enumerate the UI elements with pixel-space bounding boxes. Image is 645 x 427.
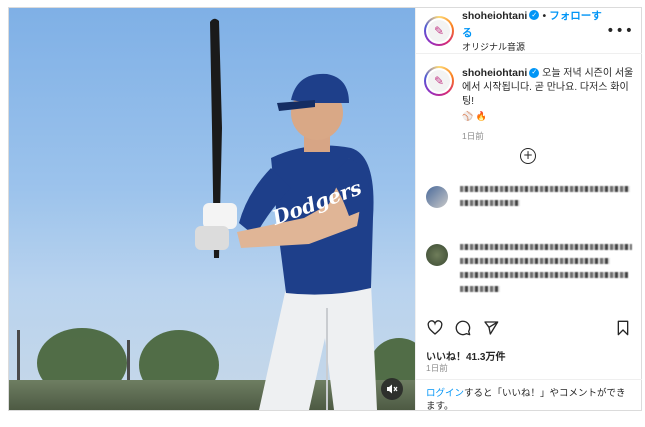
caption-time: 1日前 — [462, 131, 484, 141]
blurred-comment-text — [460, 186, 630, 214]
post-video[interactable]: Dodgers — [9, 8, 415, 410]
bookmark-icon[interactable] — [614, 319, 632, 337]
verified-badge-icon: ✓ — [529, 9, 540, 20]
baseball-bat-icon: ✎ — [428, 70, 450, 92]
baseball-bat-icon: ✎ — [428, 19, 450, 42]
login-prompt: ログインすると「いいね！」やコメントができます。 — [416, 379, 642, 413]
separator-dot: • — [541, 11, 548, 22]
share-icon[interactable] — [482, 319, 500, 337]
likes-count[interactable]: いいね！41.3万件 — [426, 348, 505, 363]
comment-icon[interactable] — [454, 319, 472, 337]
muted-audio-icon — [387, 384, 398, 394]
comment-item — [426, 186, 630, 214]
caption-body: shoheiohtani ✓ 오늘 저녁 시즌이 서울에서 시작됩니다. 곧 만나… — [462, 66, 634, 143]
avatar[interactable]: ✎ — [424, 15, 454, 46]
blurred-comment-text — [460, 244, 632, 300]
audio-link[interactable]: オリジナル音源 — [462, 40, 606, 54]
caption: ✎ shoheiohtani ✓ 오늘 저녁 시즌이 서울에서 시작됩니다. 곧 … — [416, 54, 642, 143]
avatar-border: ✎ — [426, 68, 452, 94]
more-options-icon[interactable]: ••• — [606, 23, 634, 39]
batter-figure: Dodgers — [195, 18, 377, 410]
post-header: ✎ shoheiohtani ✓ • フォローする オリジナル音源 ••• — [416, 8, 642, 54]
mute-button[interactable] — [381, 378, 403, 400]
username-link[interactable]: shoheiohtani — [462, 10, 527, 22]
commenter-avatar[interactable] — [426, 244, 448, 266]
caption-emojis: ⚾ 🔥 — [462, 111, 487, 121]
avatar-border: ✎ — [426, 17, 452, 44]
caption-avatar[interactable]: ✎ — [424, 66, 454, 96]
action-bar — [426, 319, 632, 337]
caption-username[interactable]: shoheiohtani — [462, 67, 527, 79]
comment-item — [426, 244, 632, 300]
load-more-comments-icon[interactable]: + — [520, 148, 536, 164]
verified-badge-icon: ✓ — [529, 68, 540, 79]
header-text: shoheiohtani ✓ • フォローする オリジナル音源 — [462, 7, 606, 54]
post-sidebar: ✎ shoheiohtani ✓ • フォローする オリジナル音源 ••• ✎ sho… — [415, 8, 642, 413]
header-user-line: shoheiohtani ✓ • フォローする — [462, 7, 606, 40]
login-link[interactable]: ログイン — [426, 388, 464, 399]
heart-icon[interactable] — [426, 319, 444, 337]
instagram-post-embed: Dodgers ✎ shoheiohtani ✓ • フォローする オリジナル音… — [8, 7, 642, 413]
post-date: 1日前 — [426, 363, 448, 373]
commenter-avatar[interactable] — [426, 186, 448, 208]
